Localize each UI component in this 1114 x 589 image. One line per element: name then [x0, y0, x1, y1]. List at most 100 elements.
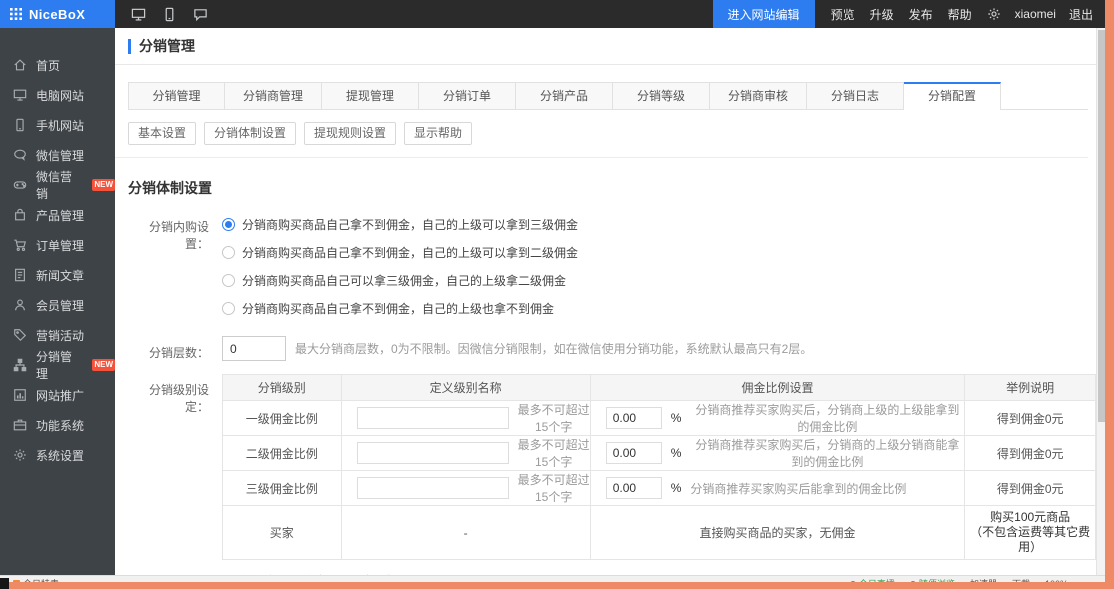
tab-distribution-mgmt[interactable]: 分销管理 — [128, 82, 225, 109]
sidebar-item-marketing[interactable]: 营销活动 — [0, 320, 115, 350]
sidebar-item-label: 微信管理 — [36, 147, 84, 164]
distribution-system-settings-button[interactable]: 分销体制设置 — [204, 122, 296, 145]
sidebar-item-wechat[interactable]: 微信管理 — [0, 140, 115, 170]
preview-link[interactable]: 预览 — [831, 6, 855, 23]
upgrade-link[interactable]: 升级 — [870, 6, 894, 23]
tab-distributor-review[interactable]: 分销商审核 — [710, 82, 807, 109]
name-hint: 最多不可超过15个字 — [518, 436, 590, 470]
basic-settings-button[interactable]: 基本设置 — [128, 122, 196, 145]
mobile-icon — [13, 118, 27, 132]
tab-withdrawal-mgmt[interactable]: 提现管理 — [322, 82, 419, 109]
tab-distribution-config[interactable]: 分销配置 — [904, 82, 1001, 110]
radio-unselected-icon[interactable] — [222, 246, 235, 259]
buyer-example-line2: （不包含运费等其它费用） — [967, 525, 1093, 555]
sidebar-item-label: 订单管理 — [36, 237, 84, 254]
name-hint: 最多不可超过15个字 — [518, 471, 590, 505]
withdrawal-rules-settings-button[interactable]: 提现规则设置 — [304, 122, 396, 145]
settings-gear-icon[interactable] — [987, 7, 1001, 21]
desktop-view-icon[interactable] — [131, 7, 146, 22]
radio-unselected-icon[interactable] — [222, 302, 235, 315]
scrollbar-thumb[interactable] — [1098, 30, 1105, 422]
tab-distributor-mgmt[interactable]: 分销商管理 — [225, 82, 322, 109]
radio-option-4[interactable]: 分销商购买商品自己拿不到佣金，自己的上级也拿不到佣金 — [222, 294, 578, 322]
commission-level-table: 分销级别 定义级别名称 佣金比例设置 举例说明 一级佣金比例 最多不可超过15个… — [222, 374, 1096, 560]
radio-option-label: 分销商购买商品自己拿不到佣金，自己的上级可以拿到二级佣金 — [242, 244, 578, 261]
tab-distribution-log[interactable]: 分销日志 — [807, 82, 904, 109]
tag-icon — [13, 328, 27, 342]
sidebar-item-label: 功能系统 — [36, 417, 84, 434]
sidebar-item-system-settings[interactable]: 系统设置 — [0, 440, 115, 470]
help-link[interactable]: 帮助 — [948, 6, 972, 23]
sidebar-item-promotion[interactable]: 网站推广 — [0, 380, 115, 410]
level-setting-label: 分销级别设定： — [128, 374, 209, 415]
sidebar-item-home[interactable]: 首页 — [0, 50, 115, 80]
main-content: 分销管理 分销管理 分销商管理 提现管理 分销订单 分销产品 分销等级 分销商审… — [115, 28, 1096, 575]
radio-option-3[interactable]: 分销商购买商品自己可以拿三级佣金，自己的上级拿二级佣金 — [222, 266, 578, 294]
show-help-button[interactable]: 显示帮助 — [404, 122, 472, 145]
col-header-rate: 佣金比例设置 — [590, 375, 965, 401]
radio-option-label: 分销商购买商品自己拿不到佣金，自己的上级也拿不到佣金 — [242, 300, 554, 317]
level-setting-row: 分销级别设定： 分销级别 定义级别名称 佣金比例设置 举例说明 一级佣金比例 最… — [128, 374, 1096, 560]
level1-rate-input[interactable] — [606, 407, 662, 429]
sidebar-item-wechat-marketing[interactable]: 微信营销 NEW — [0, 170, 115, 200]
mobile-view-icon[interactable] — [162, 7, 177, 22]
sidebar-item-mobile-site[interactable]: 手机网站 — [0, 110, 115, 140]
rate-desc: 分销商推荐买家购买后，分销商上级的上级能拿到的佣金比例 — [690, 401, 964, 435]
level-cell: 二级佣金比例 — [223, 436, 342, 471]
level2-name-input[interactable] — [357, 442, 509, 464]
logo-text: NiceBoX — [29, 7, 85, 22]
tab-bar: 分销管理 分销商管理 提现管理 分销订单 分销产品 分销等级 分销商审核 分销日… — [128, 82, 1088, 110]
tab-distribution-products[interactable]: 分销产品 — [516, 82, 613, 109]
app-logo[interactable]: NiceBoX — [0, 0, 115, 28]
rate-desc: 分销商推荐买家购买后，分销商的上级分销商能拿到的佣金比例 — [690, 436, 964, 470]
table-row-level1: 一级佣金比例 最多不可超过15个字 % 分销商推荐买家购买后，分销商上级的上级能… — [223, 401, 1096, 436]
home-icon — [13, 58, 27, 72]
settings-toolbar: 基本设置 分销体制设置 提现规则设置 显示帮助 — [128, 122, 1096, 145]
radio-selected-icon[interactable] — [222, 218, 235, 231]
table-header-row: 分销级别 定义级别名称 佣金比例设置 举例说明 — [223, 375, 1096, 401]
radio-option-2[interactable]: 分销商购买商品自己拿不到佣金，自己的上级可以拿到二级佣金 — [222, 238, 578, 266]
rate-desc: 分销商推荐买家购买后能拿到的佣金比例 — [690, 480, 906, 497]
sidebar-item-pc-site[interactable]: 电脑网站 — [0, 80, 115, 110]
sidebar-item-features[interactable]: 功能系统 — [0, 410, 115, 440]
new-badge: NEW — [92, 179, 115, 191]
internal-purchase-row: 分销内购设置： 分销商购买商品自己拿不到佣金，自己的上级可以拿到三级佣金 分销商… — [128, 210, 1096, 322]
vertical-scrollbar[interactable] — [1096, 28, 1105, 575]
percent-sign: % — [671, 481, 682, 495]
table-row-level3: 三级佣金比例 最多不可超过15个字 % 分销商推荐买家购买后能拿到的佣金比例 得… — [223, 471, 1096, 506]
chat-view-icon[interactable] — [193, 7, 208, 22]
product-bag-icon — [13, 208, 27, 222]
name-hint: 最多不可超过15个字 — [518, 401, 590, 435]
username[interactable]: xiaomei — [1015, 7, 1056, 21]
level2-rate-input[interactable] — [606, 442, 662, 464]
enter-site-edit-button[interactable]: 进入网站编辑 — [713, 0, 815, 28]
grid-icon — [10, 8, 22, 20]
level1-name-input[interactable] — [357, 407, 509, 429]
tab-distribution-levels[interactable]: 分销等级 — [613, 82, 710, 109]
tab-distribution-orders[interactable]: 分销订单 — [419, 82, 516, 109]
example-cell: 得到佣金0元 — [965, 401, 1096, 436]
device-switcher — [131, 7, 208, 22]
level3-rate-input[interactable] — [606, 477, 662, 499]
level3-name-input[interactable] — [357, 477, 509, 499]
levels-input[interactable] — [222, 336, 286, 361]
logout-link[interactable]: 退出 — [1069, 6, 1093, 23]
internal-purchase-label: 分销内购设置： — [128, 210, 209, 252]
sidebar-item-members[interactable]: 会员管理 — [0, 290, 115, 320]
sidebar-item-products[interactable]: 产品管理 — [0, 200, 115, 230]
sidebar-item-news[interactable]: 新闻文章 — [0, 260, 115, 290]
percent-sign: % — [671, 446, 682, 460]
sidebar-item-distribution[interactable]: 分销管理 NEW — [0, 350, 115, 380]
percent-sign: % — [671, 411, 682, 425]
example-cell: 得到佣金0元 — [965, 471, 1096, 506]
publish-link[interactable]: 发布 — [909, 6, 933, 23]
example-cell: 得到佣金0元 — [965, 436, 1096, 471]
gear-icon — [13, 448, 27, 462]
sidebar-item-label: 电脑网站 — [36, 87, 84, 104]
sidebar-item-orders[interactable]: 订单管理 — [0, 230, 115, 260]
distribution-levels-label: 分销层数： — [128, 336, 209, 361]
buyer-example-cell: 购买100元商品 （不包含运费等其它费用） — [965, 506, 1095, 559]
orange-frame-right — [1105, 0, 1114, 589]
radio-option-1[interactable]: 分销商购买商品自己拿不到佣金，自己的上级可以拿到三级佣金 — [222, 210, 578, 238]
radio-unselected-icon[interactable] — [222, 274, 235, 287]
